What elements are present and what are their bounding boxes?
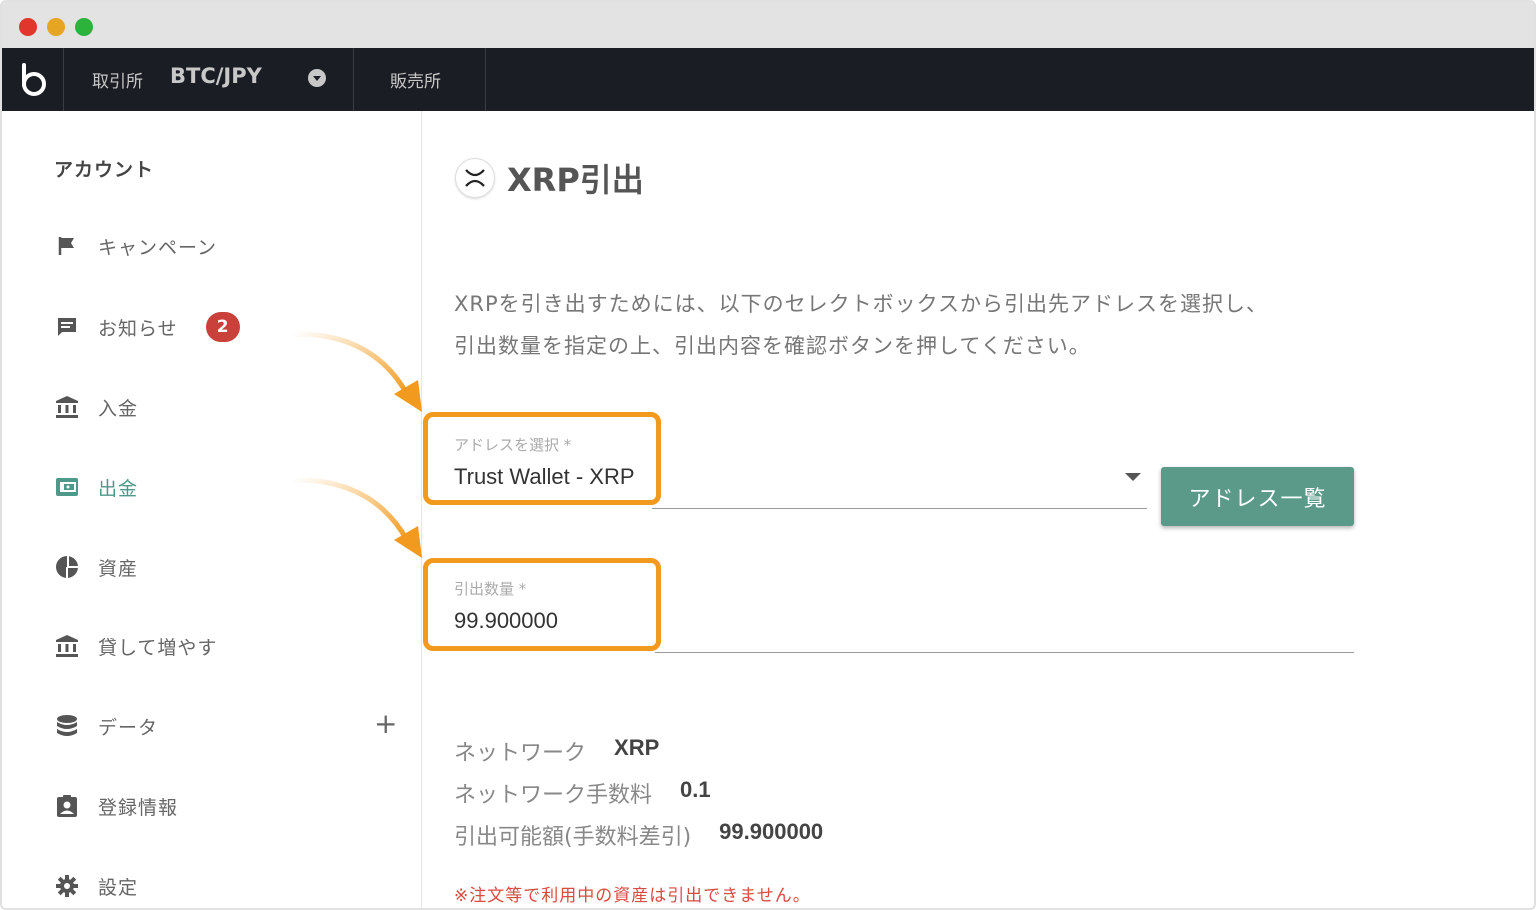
address-list-button[interactable]: アドレス一覧: [1161, 467, 1354, 526]
highlight-address-box: [423, 412, 661, 505]
page-header: XRP引出: [455, 155, 644, 201]
window-titlebar: [2, 2, 1534, 48]
exchange-label: 取引所: [92, 72, 143, 92]
zoom-window-button[interactable]: [75, 18, 93, 36]
sidebar-item-label: 資産: [98, 557, 139, 580]
amount-field-underline: [655, 652, 1354, 653]
pair-name: BTC/JPY: [170, 64, 262, 88]
instructions-line-2: 引出数量を指定の上、引出内容を確認ボタンを押してください。: [454, 334, 1091, 358]
bank-icon: [54, 633, 80, 659]
wallet-icon: [54, 474, 80, 500]
sidebar-item-label: データ: [98, 716, 159, 739]
sidebar-item-data[interactable]: データ +: [54, 708, 397, 744]
sidebar-item-label: 設定: [98, 876, 139, 899]
bank-icon: [54, 394, 80, 420]
withdraw-panel: XRP引出 XRPを引き出すためには、以下のセレクトボックスから引出先アドレスを…: [423, 111, 1534, 908]
sidebar-item-label: 出金: [98, 477, 139, 500]
network-fee-label: ネットワーク手数料: [454, 783, 653, 808]
message-icon: [54, 314, 80, 340]
minimize-window-button[interactable]: [47, 18, 65, 36]
annotation-arrow-icon: [289, 331, 422, 412]
sidebar-item-campaign[interactable]: キャンペーン: [54, 228, 394, 264]
notification-count-badge: 2: [205, 312, 240, 342]
sidebar-item-label: 入金: [98, 397, 139, 420]
flag-icon: [54, 233, 80, 259]
warning-text: ※注文等で利用中の資産は引出できません。: [454, 886, 811, 906]
network-fee-row: ネットワーク手数料 0.1: [454, 777, 711, 809]
nav-shop-tab[interactable]: 販売所: [354, 48, 486, 111]
id-badge-icon: [54, 793, 80, 819]
sidebar-item-lending[interactable]: 貸して増やす: [54, 628, 394, 664]
database-icon: [54, 713, 80, 739]
address-select-underline: [652, 508, 1147, 509]
available-amount-label: 引出可能額(手数料差引): [454, 825, 692, 850]
available-amount-row: 引出可能額(手数料差引) 99.900000: [454, 819, 823, 851]
xrp-icon: [455, 158, 495, 198]
expand-plus-icon[interactable]: +: [374, 710, 397, 738]
available-amount-value: 99.900000: [719, 819, 824, 844]
chevron-down-icon[interactable]: [308, 69, 326, 87]
gear-icon: [54, 873, 80, 899]
instructions-line-1: XRPを引き出すためには、以下のセレクトボックスから引出先アドレスを選択し、: [454, 292, 1269, 316]
app-window: 取引所 BTC/JPY 販売所 アカウント キャンペーン お知らせ 2 入金 出…: [0, 0, 1536, 910]
sidebar-item-label: 登録情報: [98, 796, 179, 819]
network-value: XRP: [614, 735, 660, 760]
bitbank-logo-icon[interactable]: [2, 48, 64, 111]
sidebar-item-settings[interactable]: 設定: [54, 868, 394, 904]
page-title: XRP引出: [507, 161, 644, 199]
top-nav: 取引所 BTC/JPY 販売所: [2, 48, 1534, 111]
network-row: ネットワーク XRP: [454, 735, 659, 767]
close-window-button[interactable]: [19, 18, 37, 36]
exchange-pair-selector[interactable]: 取引所 BTC/JPY: [64, 48, 354, 111]
annotation-arrow-icon: [289, 477, 422, 558]
sidebar-item-label: お知らせ: [98, 317, 178, 340]
dropdown-caret-icon[interactable]: [1125, 473, 1141, 481]
highlight-amount-box: [423, 558, 661, 651]
pie-chart-icon: [54, 554, 80, 580]
network-fee-value: 0.1: [680, 777, 711, 802]
sidebar-item-label: キャンペーン: [98, 236, 218, 259]
sidebar-item-profile[interactable]: 登録情報: [54, 788, 394, 824]
network-label: ネットワーク: [454, 741, 587, 766]
sidebar-item-label: 貸して増やす: [98, 636, 218, 659]
sidebar-title: アカウント: [54, 159, 155, 181]
shop-label: 販売所: [390, 72, 441, 92]
instructions: XRPを引き出すためには、以下のセレクトボックスから引出先アドレスを選択し、 引…: [454, 283, 1374, 367]
